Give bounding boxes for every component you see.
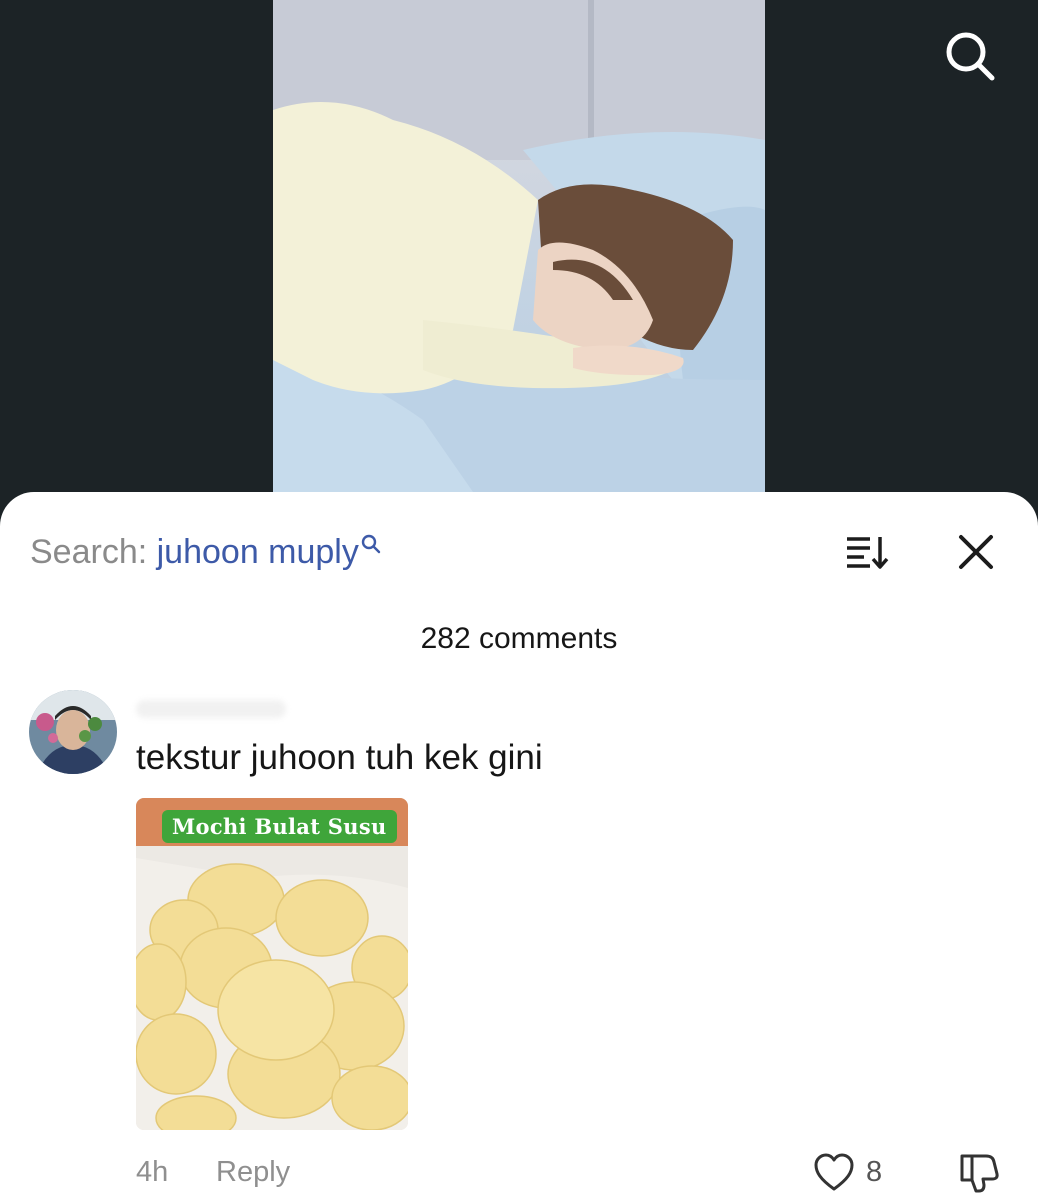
search-icon[interactable] [940,26,1000,86]
comment-text: tekstur juhoon tuh kek gini [136,738,543,777]
search-query-link[interactable]: juhoon muply [157,533,359,571]
media-caption: Mochi Bulat Susu [162,810,397,843]
thumbs-down-icon[interactable] [956,1150,1002,1194]
comment-search-bar[interactable]: Search: juhoon muply [30,530,381,574]
video-player[interactable] [0,0,1038,520]
comment-time: 4h [136,1156,169,1188]
video-frame[interactable] [273,0,765,492]
comments-count: 282 comments [420,622,618,655]
user-avatar[interactable] [29,690,117,774]
like-count: 8 [866,1156,883,1188]
sort-icon[interactable] [844,530,892,574]
username-redacted [136,700,286,718]
avatar-image [29,690,117,774]
sleeping-person-image [273,0,765,492]
search-query-icon [361,534,381,554]
search-prefix: Search: [30,533,157,571]
comment-image-attachment[interactable]: Mochi Bulat Susu [136,798,408,1130]
mochi-photo [136,798,408,1130]
close-icon[interactable] [954,530,998,574]
heart-icon[interactable] [812,1152,856,1194]
reply-button[interactable]: Reply [216,1155,290,1189]
